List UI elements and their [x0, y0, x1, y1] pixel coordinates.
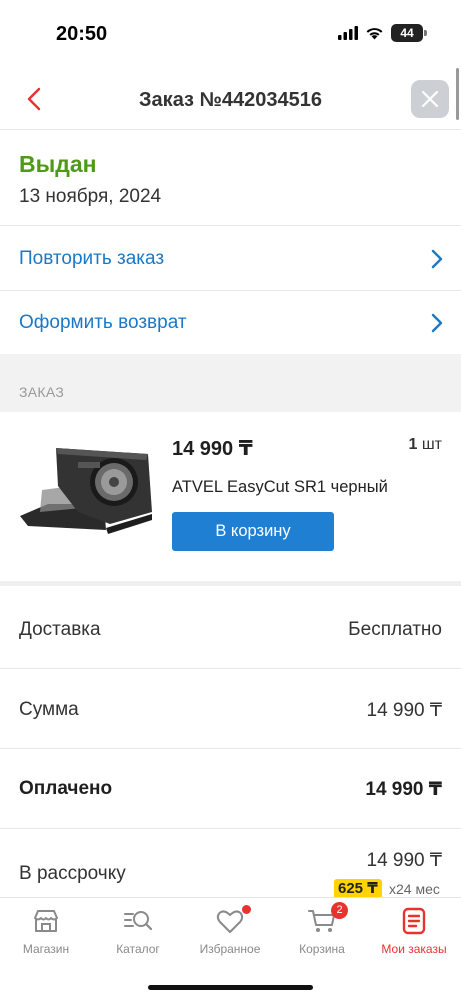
installment-monthly-badge: 625 ₸: [334, 879, 382, 899]
tab-label: Магазин: [22, 942, 70, 956]
return-order-row[interactable]: Оформить возврат: [0, 291, 461, 355]
chevron-right-icon: [431, 249, 443, 269]
return-order-label: Оформить возврат: [19, 312, 187, 333]
chevron-right-icon: [431, 313, 443, 333]
home-indicator: [148, 985, 313, 990]
product-price: 14 990 ₸: [172, 438, 253, 460]
status-bar: 20:50 44: [0, 0, 461, 68]
battery-icon: 44: [391, 24, 427, 42]
section-label: ЗАКАЗ: [19, 384, 65, 400]
tab-store[interactable]: Магазин: [0, 906, 92, 966]
tab-catalog[interactable]: Каталог: [92, 906, 184, 966]
product-name[interactable]: ATVEL EasyCut SR1 черный: [172, 478, 388, 497]
nav-bar: Заказ №442034516: [0, 68, 461, 130]
add-to-cart-button[interactable]: В корзину: [172, 512, 334, 551]
cart-icon: 2: [307, 902, 348, 936]
delivery-row: Доставка Бесплатно: [0, 589, 461, 669]
installment-label: В рассрочку: [19, 863, 126, 884]
sum-label: Сумма: [19, 699, 79, 720]
paid-value: 14 990 ₸: [365, 779, 442, 800]
delivery-label: Доставка: [19, 619, 101, 640]
store-icon: [31, 906, 61, 936]
tab-my-orders[interactable]: Мои заказы: [368, 906, 460, 966]
cart-count-badge: 2: [331, 902, 348, 919]
heart-icon: [215, 905, 251, 936]
installment-value: 14 990 ₸: [366, 850, 442, 871]
tab-label: Каталог: [116, 942, 160, 956]
catalog-search-icon: [123, 906, 153, 936]
repeat-order-row[interactable]: Повторить заказ: [0, 227, 461, 291]
order-status: Выдан: [19, 151, 97, 177]
delivery-value: Бесплатно: [348, 619, 442, 640]
quantity-unit: шт: [421, 436, 442, 453]
product-quantity: 1 шт: [408, 436, 442, 454]
page-title: Заказ №442034516: [139, 89, 322, 111]
product-card: 14 990 ₸ 1 шт ATVEL EasyCut SR1 черный В…: [0, 412, 461, 586]
signal-icon: [338, 26, 358, 40]
paid-row: Оплачено 14 990 ₸: [0, 749, 461, 829]
tab-label: Мои заказы: [381, 942, 447, 956]
sum-value: 14 990 ₸: [366, 700, 442, 721]
tab-favorites[interactable]: Избранное: [184, 905, 276, 966]
close-button[interactable]: [411, 80, 449, 118]
order-date: 13 ноября, 2024: [19, 186, 162, 207]
product-image[interactable]: [18, 440, 156, 540]
sum-row: Сумма 14 990 ₸: [0, 669, 461, 749]
tab-label: Корзина: [299, 942, 345, 956]
tab-cart[interactable]: 2 Корзина: [276, 902, 368, 966]
status-icons: 44: [338, 24, 427, 42]
status-time: 20:50: [56, 23, 108, 45]
orders-icon: [399, 906, 429, 936]
tab-bar: Магазин Каталог Избранное 2 Корзина Мои …: [0, 897, 461, 999]
section-header: ЗАКАЗ: [0, 354, 461, 412]
order-status-block: Выдан 13 ноября, 2024: [0, 130, 461, 226]
notification-dot: [242, 905, 251, 914]
close-icon: [421, 90, 439, 108]
installment-months: x24 мес: [389, 881, 440, 897]
scroll-indicator: [456, 68, 459, 120]
quantity-value: 1: [408, 436, 418, 453]
wifi-icon: [366, 28, 383, 40]
tab-label: Избранное: [199, 942, 261, 956]
repeat-order-label: Повторить заказ: [19, 248, 165, 269]
paid-label: Оплачено: [19, 778, 113, 799]
